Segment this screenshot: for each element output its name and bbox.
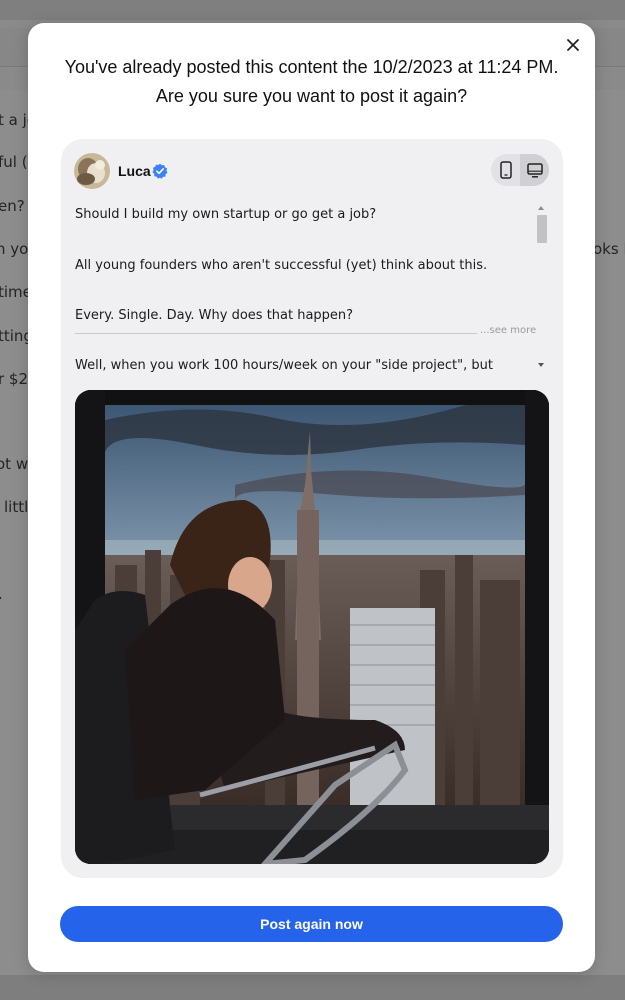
background-text: n yo: [0, 240, 29, 258]
mobile-view-button[interactable]: [491, 154, 520, 186]
background-text: en?: [0, 197, 25, 215]
scroll-up-arrow-icon[interactable]: [538, 206, 544, 210]
scroll-down-arrow-icon[interactable]: [538, 363, 544, 367]
text-scrollbar[interactable]: [535, 203, 549, 373]
post-text-line: Every. Single. Day. Why does that happen…: [75, 308, 354, 323]
modal-title-line: You've already posted this content the 1…: [64, 57, 559, 77]
see-more-divider: [75, 333, 477, 334]
post-preview-card: Luca Should I build my own startup or go…: [61, 139, 563, 878]
post-text: Should I build my own startup or go get …: [75, 203, 535, 373]
post-text-line: Well, when you work 100 hours/week on yo…: [75, 358, 493, 373]
modal-title-line: Are you sure you want to post it again?: [155, 86, 468, 106]
avatar: [74, 153, 110, 189]
desktop-icon: [526, 162, 543, 178]
author-name: Luca: [118, 163, 151, 179]
post-again-button[interactable]: Post again now: [60, 906, 563, 942]
see-more-link[interactable]: ...see more: [480, 325, 536, 336]
close-icon: [567, 39, 579, 51]
post-text-line: All young founders who aren't successful…: [75, 258, 488, 273]
close-button[interactable]: [563, 35, 583, 55]
post-text-line: Should I build my own startup or go get …: [75, 207, 377, 222]
verified-badge-icon: [152, 163, 168, 179]
device-view-toggle: [491, 154, 549, 186]
background-text: .: [0, 585, 3, 603]
phone-icon: [499, 161, 512, 179]
background-text: oks l: [593, 240, 625, 258]
scroll-thumb[interactable]: [537, 215, 547, 243]
modal-title: You've already posted this content the 1…: [48, 53, 575, 111]
background-top-bar: [0, 0, 625, 20]
repost-confirm-modal: You've already posted this content the 1…: [28, 23, 595, 972]
desktop-view-button[interactable]: [520, 154, 549, 186]
post-image: [75, 390, 549, 864]
background-text: littl: [4, 498, 29, 516]
background-footer: [0, 975, 625, 1000]
